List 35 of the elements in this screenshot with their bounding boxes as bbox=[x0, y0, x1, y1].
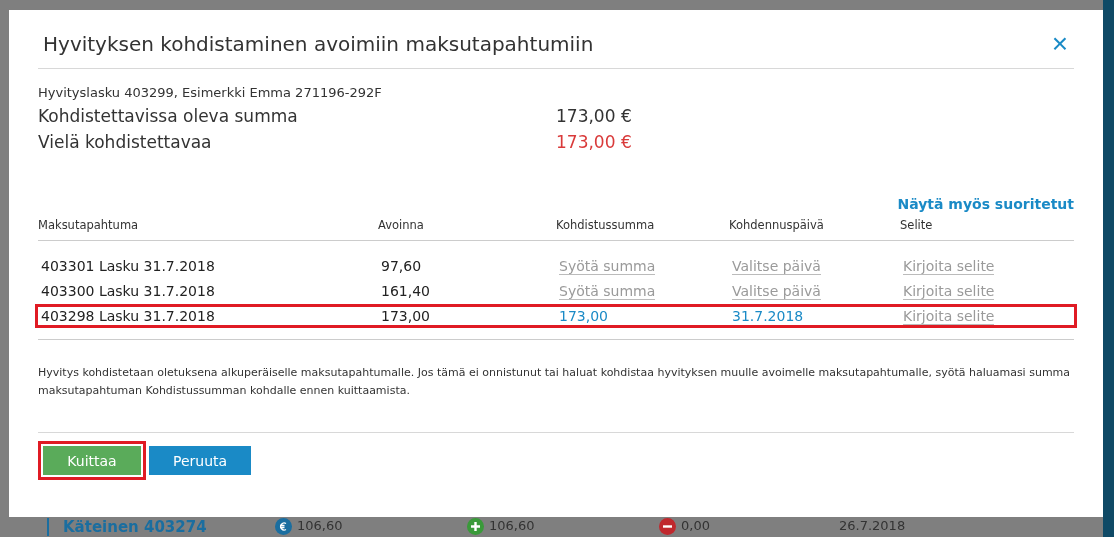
amount-field[interactable]: Syötä summa bbox=[559, 257, 656, 275]
confirm-button[interactable]: Kuittaa bbox=[43, 446, 141, 475]
table-cell-text: 97,60 bbox=[381, 258, 423, 274]
amount-text: 0,00 bbox=[681, 518, 711, 533]
close-button[interactable]: × bbox=[1045, 34, 1074, 54]
column-header: Avoinna bbox=[378, 218, 425, 232]
amount-field[interactable]: Syötä summa bbox=[559, 282, 656, 300]
summary-value: 173,00 € bbox=[556, 132, 633, 152]
summary-value: 173,00 € bbox=[556, 106, 633, 126]
date-field[interactable]: Valitse päivä bbox=[732, 257, 821, 275]
column-header: Selite bbox=[900, 218, 934, 232]
table-cell-text: 403298 Lasku 31.7.2018 bbox=[41, 308, 216, 324]
table-cell-text: 403300 Lasku 31.7.2018 bbox=[41, 283, 216, 299]
column-header: Maksutapahtuma bbox=[38, 218, 140, 232]
amount-text: 106,60 bbox=[297, 518, 344, 533]
note-field[interactable]: Kirjoita selite bbox=[903, 257, 995, 275]
table-cell-text: 173,00 bbox=[381, 308, 431, 324]
summary-label: Vielä kohdistettavaa bbox=[38, 132, 213, 152]
table-cell-text: 403301 Lasku 31.7.2018 bbox=[41, 258, 216, 274]
note-field[interactable]: Kirjoita selite bbox=[903, 307, 995, 325]
invoice-info: Hyvityslasku 403299, Esimerkki Emma 271196-292F bbox=[38, 85, 383, 100]
note-field[interactable]: Kirjoita selite bbox=[903, 282, 995, 300]
summary-label: Kohdistettavissa oleva summa bbox=[38, 106, 299, 126]
info-text: Hyvitys kohdistetaan oletuksena alkuperäiselle maksutapahtumalle. Jos tämä ei onnistunut tai haluat kohdistaa hyvityksen muulle avoimelle maksutapahtumalle, syötä haluamasi summa maksutapahtuman Kohdistussumman kohdalle ennen kuittaamista. bbox=[38, 365, 1072, 399]
amount-text: 106,60 bbox=[489, 518, 536, 533]
table-cell-text: 161,40 bbox=[381, 283, 431, 299]
date-text: 26.7.2018 bbox=[839, 518, 907, 533]
dialog-title: Hyvityksen kohdistaminen avoimiin maksutapahtumiin bbox=[43, 32, 594, 56]
date-field[interactable]: 31.7.2018 bbox=[732, 307, 804, 325]
column-header: Kohdennuspäivä bbox=[729, 218, 825, 232]
column-header: Kohdistussumma bbox=[556, 218, 656, 232]
date-field[interactable]: Valitse päivä bbox=[732, 282, 821, 300]
amount-field[interactable]: 173,00 bbox=[559, 307, 608, 325]
cancel-button[interactable]: Peruuta bbox=[149, 446, 252, 475]
show-completed-link[interactable]: Näytä myös suoritetut bbox=[897, 196, 1074, 212]
